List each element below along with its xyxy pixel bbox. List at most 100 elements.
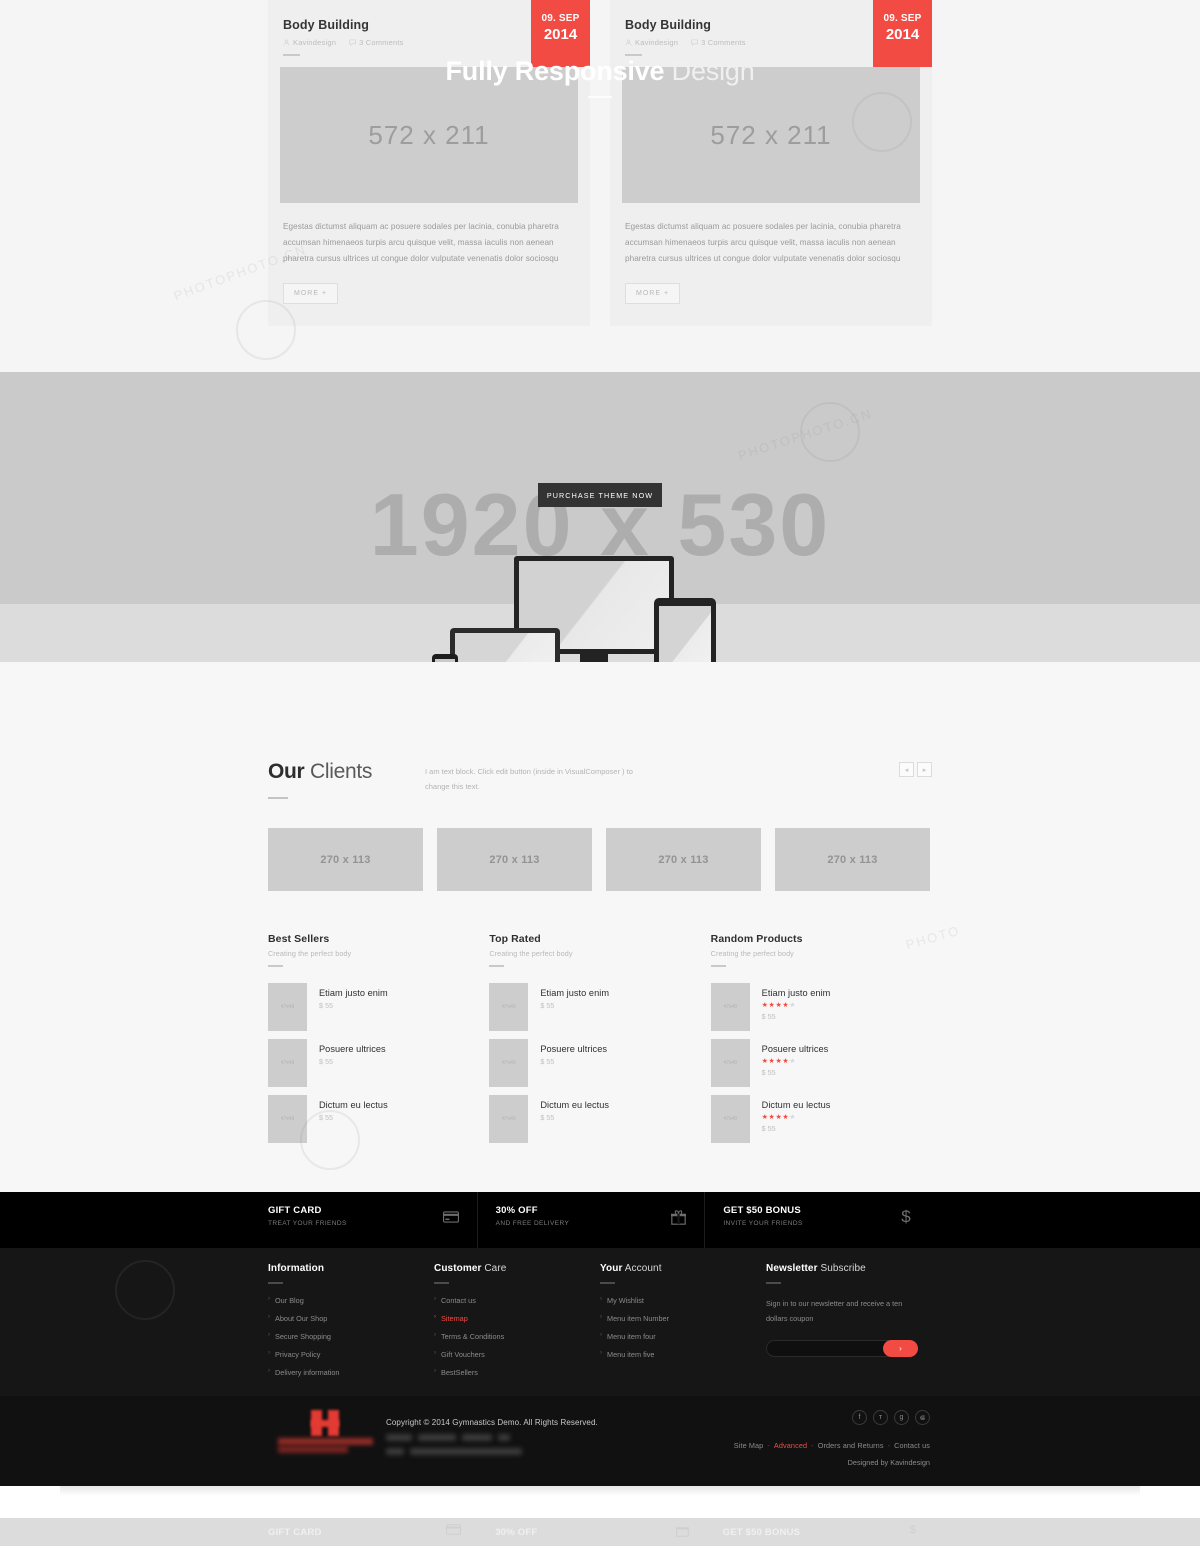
footer-link[interactable]: › Privacy Policy [268, 1350, 434, 1359]
hero-title-light: Design [664, 56, 755, 86]
product-name[interactable]: Posuere ultrices [540, 1044, 607, 1054]
blog-card-image: 572 x 211 [280, 67, 578, 203]
hero-title-bold: Fully Responsive [445, 56, 665, 86]
footer-bottom-link[interactable]: Contact us [894, 1441, 930, 1450]
product-thumbnail: 47x49 [268, 1095, 307, 1143]
client-logo[interactable]: 270 x 113 [268, 828, 423, 891]
footer-link[interactable]: › Delivery information [268, 1368, 434, 1377]
footer-link-list: › Our Blog › About Our Shop › Secure Shoppi… [268, 1296, 434, 1377]
product-item[interactable]: 47x49 Posuere ultrices ★★★★★ $ 55 [710, 1039, 932, 1087]
footer-bottom-link[interactable]: Orders and Returns [818, 1441, 884, 1450]
dollar-icon: $ [909, 1524, 916, 1536]
product-name[interactable]: Etiam justo enim [540, 988, 609, 998]
carousel-next-button[interactable]: ▸ [917, 762, 932, 777]
blog-more-button[interactable]: MORE + [283, 282, 339, 304]
title-light: Subscribe [817, 1263, 866, 1274]
footer-column-customer-care: Customer Care › Contact us › Sitemap › Term… [434, 1248, 600, 1386]
blog-card-meta: Kavindesign 3 Comments [625, 38, 746, 47]
product-item[interactable]: 47x49 Etiam justo enim ★★★★★ $ 55 [710, 983, 932, 1031]
column-underline [489, 965, 505, 967]
footer-link-active[interactable]: › Sitemap [434, 1314, 600, 1323]
purchase-theme-button[interactable]: PURCHASE THEME NOW [538, 483, 662, 507]
footer-link[interactable]: › About Our Shop [268, 1314, 434, 1323]
client-logo[interactable]: 270 x 113 [437, 828, 592, 891]
footer-link[interactable]: › BestSellers [434, 1368, 600, 1377]
product-list: 47x49 Etiam justo enim $ 55 47x49 Posuer… [268, 983, 489, 1143]
blog-card[interactable]: Body Building Kavindesign 3 Comments 09.… [610, 0, 932, 326]
footer-link[interactable]: › Menu item Number [600, 1314, 766, 1323]
footer-link[interactable]: › Secure Shopping [268, 1332, 434, 1341]
footer-link-label: About Our Shop [275, 1314, 328, 1323]
product-name[interactable]: Dictum eu lectus [319, 1100, 388, 1110]
product-item[interactable]: 47x49 Dictum eu lectus $ 55 [489, 1095, 710, 1143]
title-bold: Newsletter [766, 1263, 818, 1274]
blog-card[interactable]: Body Building Kavindesign 3 Comments 09.… [268, 0, 590, 326]
footer-column-title: Newsletter Subscribe [766, 1263, 932, 1274]
product-name[interactable]: Posuere ultrices [319, 1044, 386, 1054]
rss-icon[interactable]: ⋐ [915, 1410, 930, 1425]
product-thumbnail: 47x49 [710, 1095, 750, 1143]
comment-icon [349, 39, 356, 46]
blog-card-title[interactable]: Body Building [625, 18, 711, 32]
promo-gift-card[interactable]: GIFT CARD TREAT YOUR FRIENDS [268, 1192, 477, 1248]
blog-author-name: Kavindesign [635, 38, 679, 47]
footer-link-label: Gift Vouchers [441, 1350, 485, 1359]
product-item[interactable]: 47x49 Etiam justo enim $ 55 [268, 983, 489, 1031]
footer-bottom-link-active[interactable]: Advanced [774, 1441, 807, 1450]
footer-link[interactable]: › Gift Vouchers [434, 1350, 600, 1359]
promo-discount[interactable]: 30% OFF AND FREE DELIVERY [476, 1192, 705, 1248]
footer-link[interactable]: › Contact us [434, 1296, 600, 1305]
site-logo[interactable] [278, 1410, 378, 1454]
client-logo[interactable]: 270 x 113 [775, 828, 930, 891]
footer-link-label: Delivery information [275, 1368, 340, 1377]
carousel-prev-button[interactable]: ◂ [899, 762, 914, 777]
product-name[interactable]: Etiam justo enim [762, 988, 831, 998]
footer-link[interactable]: › Menu item four [600, 1332, 766, 1341]
blog-card-title[interactable]: Body Building [283, 18, 369, 32]
title-light: Care [481, 1263, 507, 1274]
product-item[interactable]: 47x49 Posuere ultrices $ 55 [268, 1039, 489, 1087]
promo-bonus[interactable]: GET $50 BONUS INVITE YOUR FRIENDS $ [704, 1192, 932, 1248]
blog-date-day: 09. SEP [883, 13, 922, 24]
column-subtitle: Creating the perfect body [489, 949, 573, 958]
product-name[interactable]: Dictum eu lectus [540, 1100, 609, 1110]
product-thumbnail: 47x49 [710, 1039, 750, 1087]
blog-more-button[interactable]: MORE + [625, 282, 681, 304]
footer-link-label: Menu item Number [607, 1314, 670, 1323]
google-plus-icon[interactable]: g [894, 1410, 909, 1425]
footer-link-label: Menu item five [607, 1350, 655, 1359]
client-logo[interactable]: 270 x 113 [606, 828, 761, 891]
footer-link-label: BestSellers [441, 1368, 478, 1377]
footer-link[interactable]: › Terms & Conditions [434, 1332, 600, 1341]
footer-link[interactable]: › Menu item five [600, 1350, 766, 1359]
designer-credit: Designed by Kavindesign [847, 1458, 930, 1467]
footer-column-your-account: Your Account › My Wishlist › Menu item Num… [600, 1248, 766, 1386]
product-list: 47x49 Etiam justo enim $ 55 47x49 Posuer… [489, 983, 710, 1143]
product-thumbnail: 47x49 [268, 1039, 307, 1087]
product-column-best-sellers: Best Sellers Creating the perfect body 4… [268, 933, 489, 1151]
footer-link[interactable]: › My Wishlist [600, 1296, 766, 1305]
copyright-text: Copyright © 2014 Gymnastics Demo. All Ri… [386, 1418, 598, 1427]
comment-icon [691, 39, 698, 46]
twitter-icon[interactable]: ᴛ [873, 1410, 888, 1425]
product-item[interactable]: 47x49 Etiam justo enim $ 55 [489, 983, 710, 1031]
product-name[interactable]: Dictum eu lectus [762, 1100, 831, 1110]
product-item[interactable]: 47x49 Posuere ultrices $ 55 [489, 1039, 710, 1087]
page-root: Body Building Kavindesign 3 Comments 09.… [0, 0, 1200, 1546]
product-price: $ 55 [540, 1057, 555, 1066]
blog-card-image: 572 x 211 [622, 67, 920, 203]
footer-title-underline [600, 1282, 615, 1284]
product-name[interactable]: Posuere ultrices [762, 1044, 829, 1054]
blurred-address-text [386, 1434, 556, 1460]
product-item[interactable]: 47x49 Dictum eu lectus $ 55 [268, 1095, 489, 1143]
gift-icon [668, 1207, 688, 1227]
footer-link[interactable]: › Our Blog [268, 1296, 434, 1305]
newsletter-email-input[interactable] [775, 1340, 875, 1356]
chevron-right-icon: › [434, 1314, 436, 1320]
product-item[interactable]: 47x49 Dictum eu lectus ★★★★★ $ 55 [710, 1095, 932, 1143]
column-underline [268, 965, 283, 967]
product-name[interactable]: Etiam justo enim [319, 988, 388, 998]
footer-bottom-link[interactable]: Site Map [734, 1441, 764, 1450]
newsletter-submit-button[interactable]: › [883, 1339, 918, 1357]
facebook-icon[interactable]: f [852, 1410, 867, 1425]
